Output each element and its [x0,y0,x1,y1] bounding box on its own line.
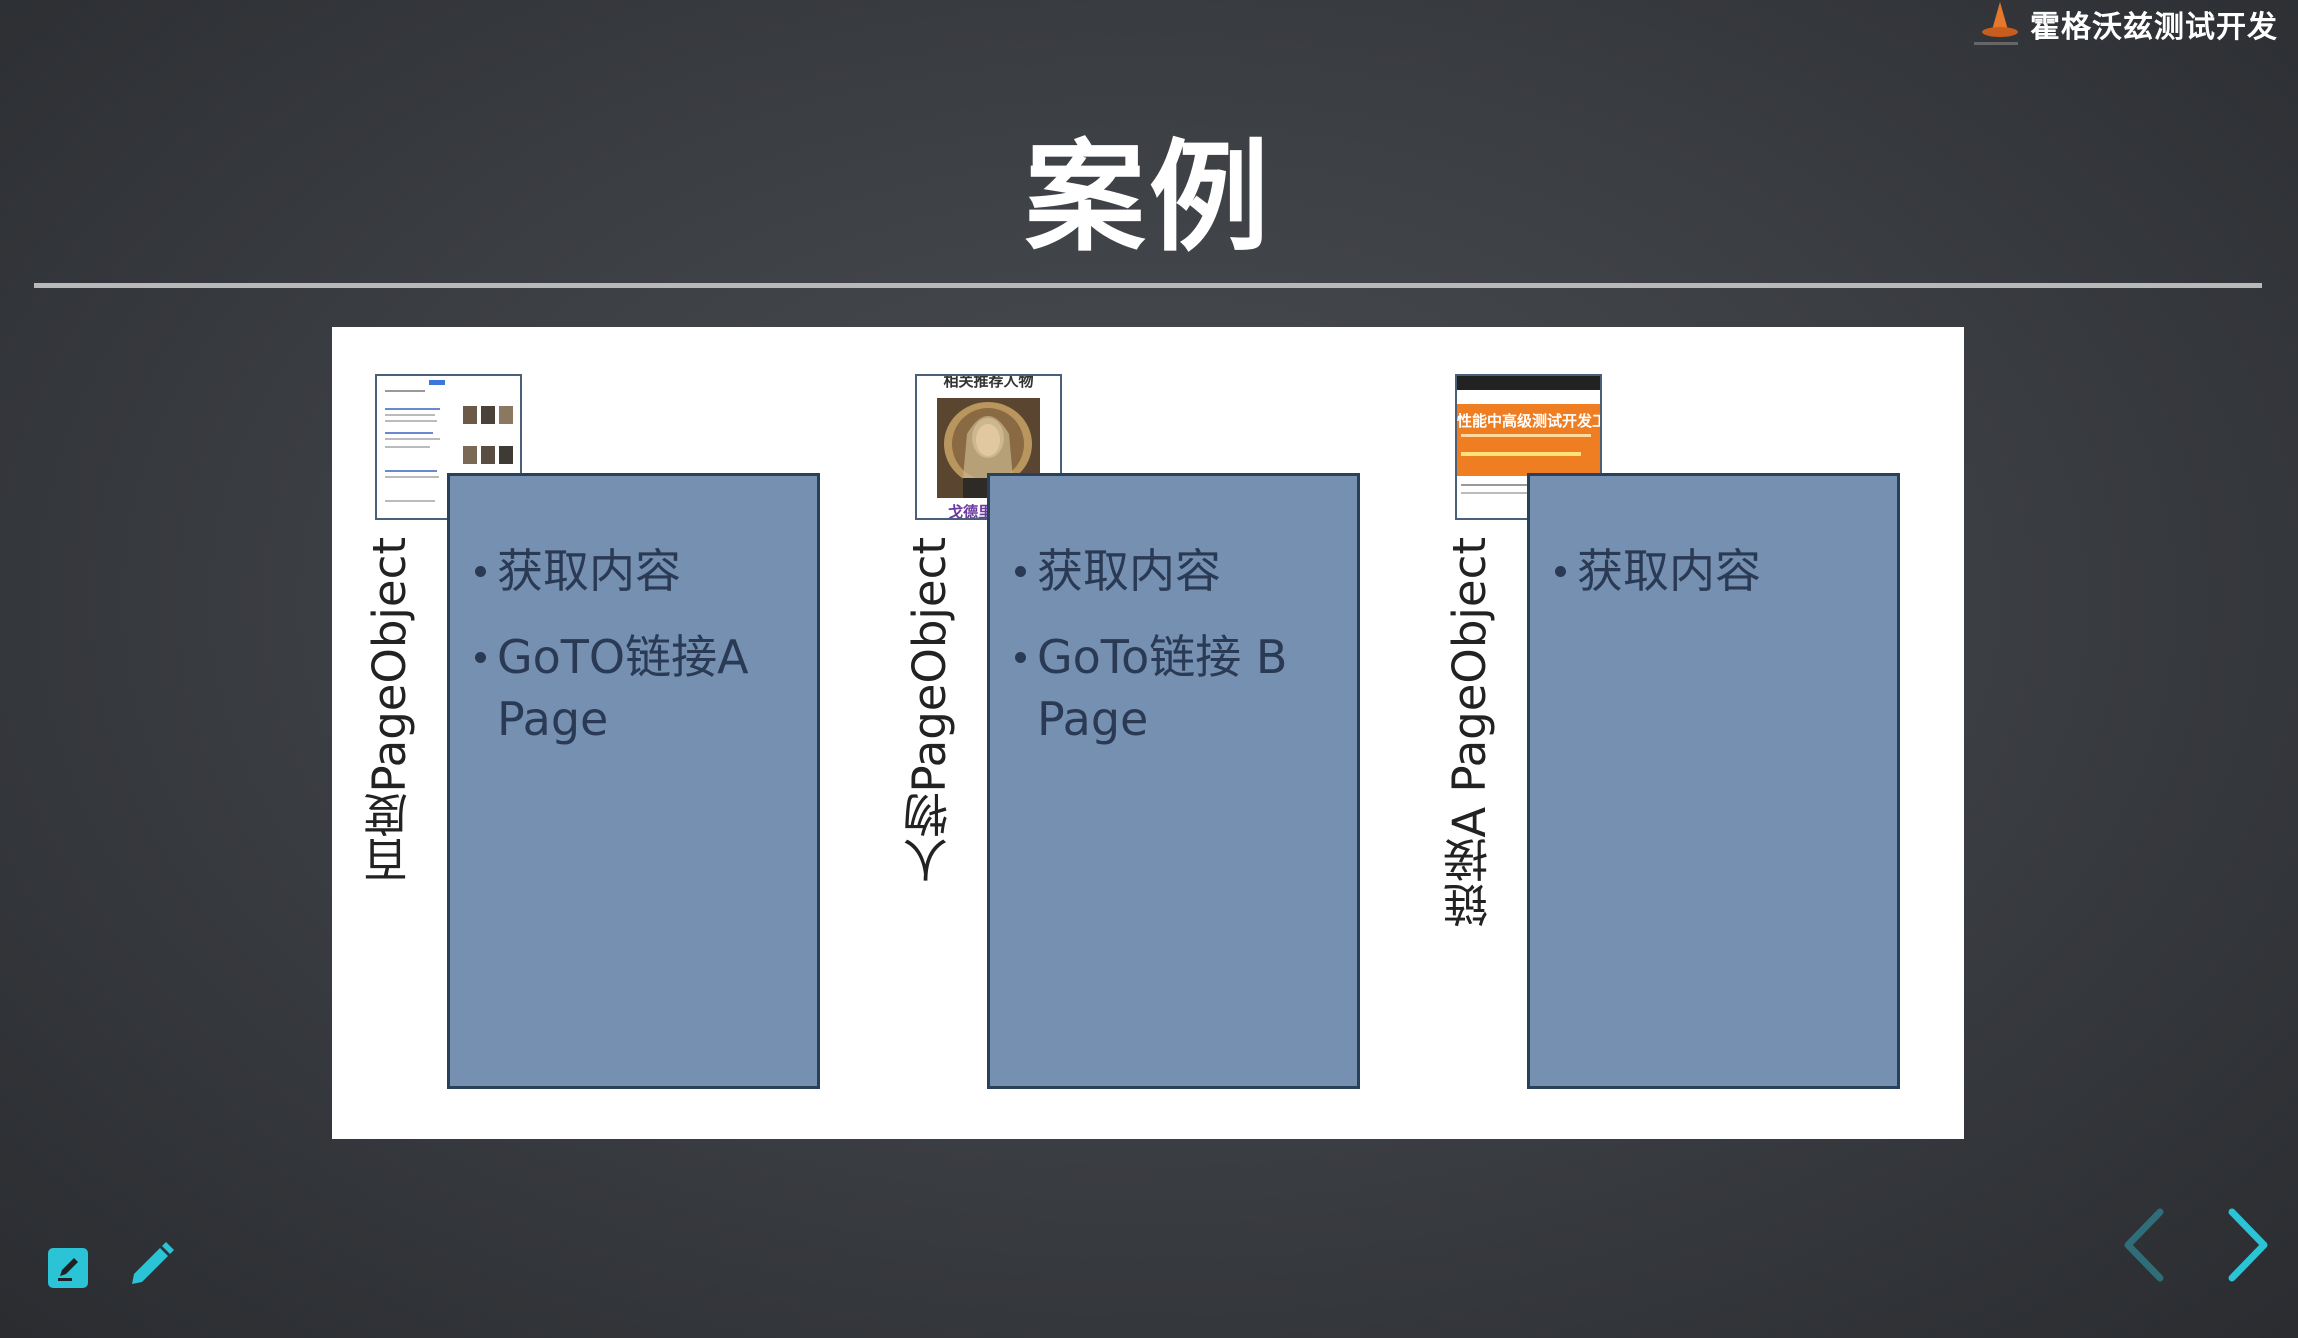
group-label: 人物PageObject [902,537,956,883]
thumb-header-bar [1457,376,1600,390]
content-panel: 获取内容 GoTO链接A Page [447,473,820,1089]
content-panel: 获取内容 [1527,473,1900,1089]
chevron-left-icon [2124,1208,2164,1282]
presentation-window: { "brand": { "name": "霍格沃兹测试开发" }, "slid… [0,0,2298,1338]
bullet-list: 获取内容 GoTO链接A Page [475,540,807,774]
slide-content: 百度PageObject 获取内容 GoTO链接A Page 相关推荐人物 戈德… [332,327,1964,1139]
bullet-list: 获取内容 [1555,540,1887,626]
brand-name: 霍格沃兹测试开发 [2030,10,2278,45]
content-panel: 获取内容 GoTo链接 B Page [987,473,1360,1089]
group-link-a: 性能中高级测试开发工 链接A PageObject 获取内容 [1412,327,1932,1139]
group-baidu: 百度PageObject 获取内容 GoTO链接A Page [332,327,852,1139]
list-item: GoTO链接A Page [475,626,807,750]
list-item: 获取内容 [1015,540,1347,602]
brand-logo: 霍格沃兹测试开发 [1970,0,2278,48]
thumb-caption-top: 相关推荐人物 [943,374,1034,390]
bullet-list: 获取内容 GoTo链接 B Page [1015,540,1347,774]
list-item: GoTo链接 B Page [1015,626,1347,750]
edit-note-button[interactable] [44,1244,92,1296]
group-label: 百度PageObject [362,537,416,883]
list-item: 获取内容 [1555,540,1887,602]
wizard-hat-icon [1970,0,2022,48]
group-label: 链接A PageObject [1442,537,1496,928]
thumb-banner-text: 性能中高级测试开发工 [1457,412,1600,430]
chevron-right-icon [2228,1208,2268,1282]
title-divider [34,283,2262,288]
previous-slide-button[interactable] [2120,1208,2168,1286]
slide-title: 案例 [1025,129,1273,268]
next-slide-button[interactable] [2224,1208,2272,1286]
pencil-icon [132,1242,174,1284]
pencil-button[interactable] [124,1238,178,1296]
edit-note-icon [48,1248,88,1288]
group-person: 相关推荐人物 戈德里克·格 人物PageObject 获取内容 GoTo链接 B… [872,327,1392,1139]
thumb-banner: 性能中高级测试开发工 [1457,404,1600,476]
list-item: 获取内容 [475,540,807,602]
